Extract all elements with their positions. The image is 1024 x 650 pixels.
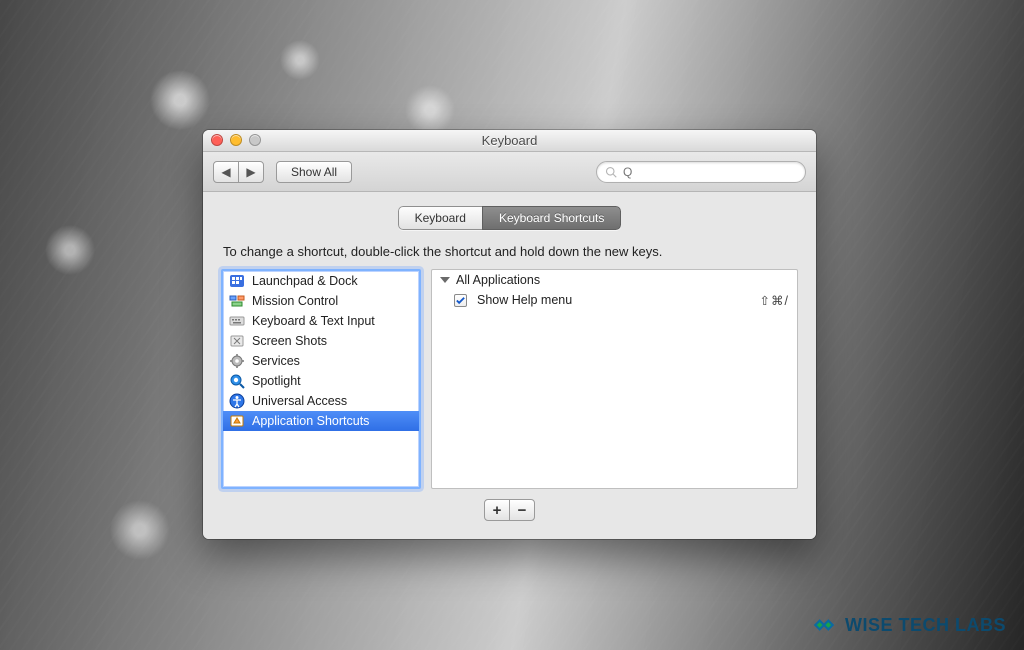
window-controls xyxy=(211,134,261,146)
shortcut-row[interactable]: Show Help menu ⇧⌘/ xyxy=(432,290,797,310)
keyboard-text-icon xyxy=(229,313,245,329)
category-keyboard-text[interactable]: Keyboard & Text Input xyxy=(223,311,419,331)
add-button[interactable]: + xyxy=(484,499,510,521)
category-screen-shots[interactable]: Screen Shots xyxy=(223,331,419,351)
spotlight-icon xyxy=(229,373,245,389)
category-spotlight[interactable]: Spotlight xyxy=(223,371,419,391)
search-field[interactable] xyxy=(596,161,806,183)
enable-checkbox[interactable] xyxy=(454,294,467,307)
search-input[interactable] xyxy=(623,165,797,179)
category-application-shortcuts[interactable]: Application Shortcuts xyxy=(223,411,419,431)
plus-icon: + xyxy=(493,502,502,519)
preferences-window: Keyboard ◀ ▶ Show All Keyboard xyxy=(203,130,816,539)
nav-seg: ◀ ▶ xyxy=(213,161,264,183)
toolbar: ◀ ▶ Show All xyxy=(203,152,816,192)
minimize-button[interactable] xyxy=(230,134,242,146)
shortcut-label: Show Help menu xyxy=(477,293,760,307)
content: Keyboard Keyboard Shortcuts To change a … xyxy=(203,192,816,539)
titlebar[interactable]: Keyboard xyxy=(203,130,816,152)
group-row[interactable]: All Applications xyxy=(432,270,797,290)
category-label: Screen Shots xyxy=(252,334,327,348)
category-list[interactable]: Launchpad & Dock Mission Control Keyboar… xyxy=(221,269,421,489)
category-mission-control[interactable]: Mission Control xyxy=(223,291,419,311)
watermark: WISE TECH LABS xyxy=(811,612,1006,638)
shortcut-keys[interactable]: ⇧⌘/ xyxy=(760,293,789,308)
category-label: Universal Access xyxy=(252,394,347,408)
group-label: All Applications xyxy=(456,273,540,287)
tab-bar: Keyboard Keyboard Shortcuts xyxy=(221,206,798,230)
category-label: Application Shortcuts xyxy=(252,414,369,428)
tab-label: Keyboard xyxy=(415,211,466,225)
services-icon xyxy=(229,353,245,369)
watermark-text: WISE TECH LABS xyxy=(845,615,1006,636)
tab-label: Keyboard Shortcuts xyxy=(499,211,604,225)
universal-access-icon xyxy=(229,393,245,409)
category-services[interactable]: Services xyxy=(223,351,419,371)
instruction-text: To change a shortcut, double-click the s… xyxy=(223,244,796,259)
category-label: Services xyxy=(252,354,300,368)
chevron-left-icon: ◀ xyxy=(221,165,230,179)
category-label: Keyboard & Text Input xyxy=(252,314,375,328)
launchpad-icon xyxy=(229,273,245,289)
show-all-button[interactable]: Show All xyxy=(276,161,352,183)
disclosure-triangle-icon[interactable] xyxy=(440,277,450,283)
category-label: Launchpad & Dock xyxy=(252,274,358,288)
app-shortcuts-icon xyxy=(229,413,245,429)
add-remove-controls: + − xyxy=(221,499,798,521)
close-button[interactable] xyxy=(211,134,223,146)
category-label: Spotlight xyxy=(252,374,301,388)
mission-control-icon xyxy=(229,293,245,309)
show-all-label: Show All xyxy=(291,165,337,179)
back-button[interactable]: ◀ xyxy=(213,161,239,183)
zoom-button[interactable] xyxy=(249,134,261,146)
window-title: Keyboard xyxy=(482,133,538,148)
screenshot-icon xyxy=(229,333,245,349)
chevron-right-icon: ▶ xyxy=(246,165,255,179)
category-label: Mission Control xyxy=(252,294,338,308)
minus-icon: − xyxy=(518,502,527,519)
panes: Launchpad & Dock Mission Control Keyboar… xyxy=(221,269,798,489)
category-launchpad-dock[interactable]: Launchpad & Dock xyxy=(223,271,419,291)
forward-button[interactable]: ▶ xyxy=(238,161,264,183)
tab-keyboard-shortcuts[interactable]: Keyboard Shortcuts xyxy=(482,206,621,230)
shortcut-list[interactable]: All Applications Show Help menu ⇧⌘/ xyxy=(431,269,798,489)
category-universal-access[interactable]: Universal Access xyxy=(223,391,419,411)
tab-keyboard[interactable]: Keyboard xyxy=(398,206,483,230)
search-icon xyxy=(605,166,617,178)
remove-button[interactable]: − xyxy=(509,499,535,521)
